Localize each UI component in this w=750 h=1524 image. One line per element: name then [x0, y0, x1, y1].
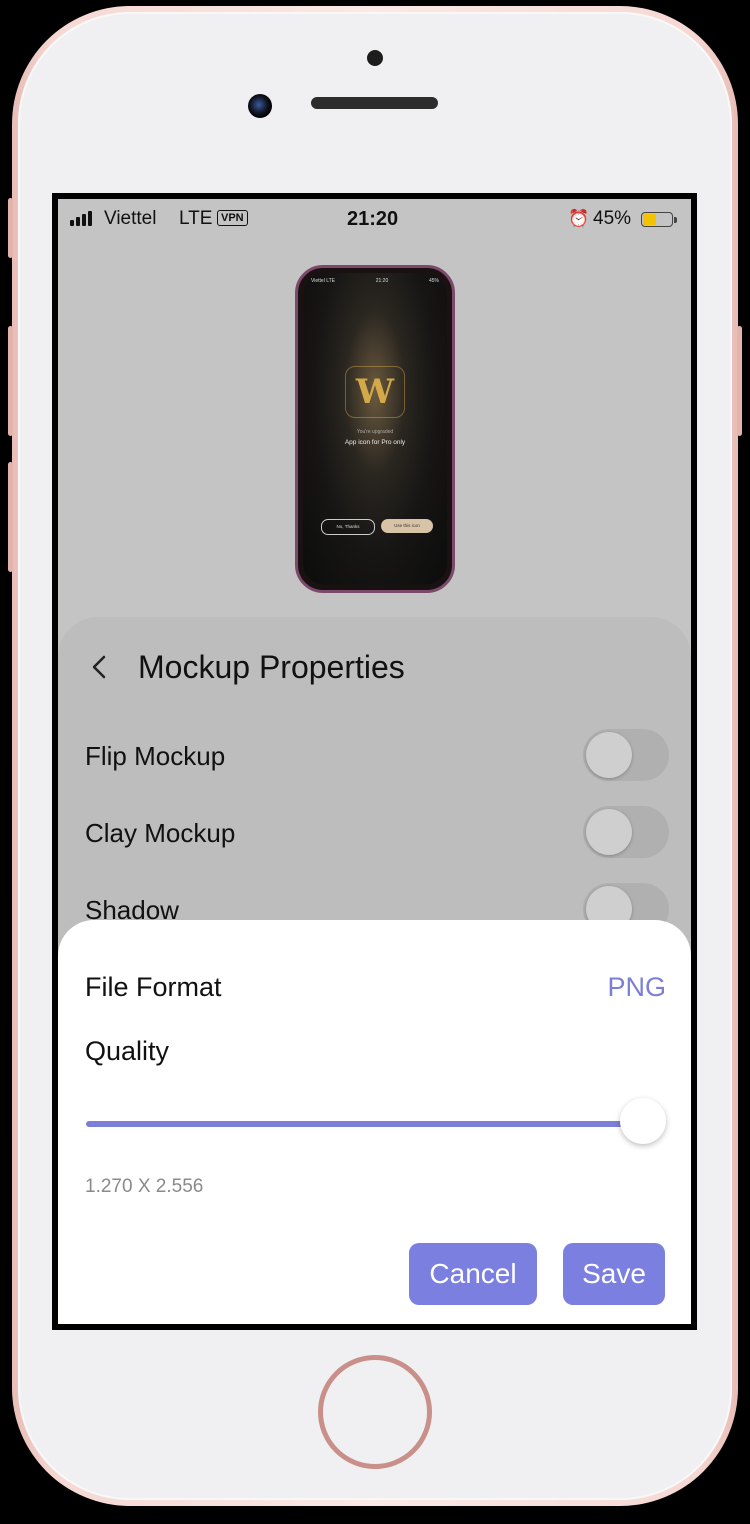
flip-mockup-toggle[interactable]	[583, 729, 669, 781]
cancel-button[interactable]: Cancel	[409, 1243, 537, 1305]
mute-switch	[8, 198, 13, 258]
mockup-status-time: 21:20	[375, 278, 389, 284]
home-button[interactable]	[318, 1355, 432, 1469]
page-title: Mockup Properties	[138, 649, 405, 685]
save-button[interactable]: Save	[563, 1243, 665, 1305]
front-camera-icon	[248, 94, 272, 118]
toggle-knob	[586, 732, 632, 778]
status-bar: Viettel LTE VPN 21:20 ⏰ 45%	[58, 199, 691, 239]
mockup-preview-screen: Viettel LTE 21:20 45% W You're upgraded …	[303, 273, 447, 585]
mockup-app-icon-text: App icon for Pro only	[344, 439, 406, 446]
mockup-no-thanks-button: No, Thanks	[321, 519, 375, 535]
vpn-badge: VPN	[217, 210, 248, 226]
network-type: LTE	[179, 208, 213, 229]
quality-slider-thumb[interactable]	[620, 1098, 666, 1144]
file-format-value[interactable]: PNG	[607, 972, 666, 1003]
phone-screen: Viettel LTE VPN 21:20 ⏰ 45% Viettel LTE …	[52, 193, 697, 1330]
flip-mockup-label: Flip Mockup	[85, 741, 226, 771]
chevron-left-icon[interactable]	[88, 655, 112, 679]
battery-percent: 45%	[593, 208, 632, 229]
earpiece-speaker	[311, 97, 438, 109]
mockup-preview[interactable]: Viettel LTE 21:20 45% W You're upgraded …	[295, 265, 455, 593]
output-dimensions: 1.270 X 2.556	[85, 1176, 204, 1197]
proximity-sensor	[367, 50, 383, 66]
volume-up-button	[8, 326, 13, 436]
quality-label: Quality	[85, 1036, 170, 1066]
mockup-status-battery: 45%	[428, 278, 439, 284]
clay-mockup-label: Clay Mockup	[85, 818, 236, 848]
quality-slider[interactable]	[86, 1121, 638, 1127]
carrier-name: Viettel	[104, 208, 157, 229]
mockup-upgrade-text: You're upgraded	[356, 429, 394, 435]
mockup-status-bar: Viettel LTE 21:20 45%	[311, 278, 439, 284]
clay-mockup-row: Clay Mockup	[85, 806, 669, 862]
power-button	[737, 326, 742, 436]
mockup-use-icon-button: Use this icon	[381, 519, 433, 533]
flip-mockup-row: Flip Mockup	[85, 729, 669, 785]
file-format-label: File Format	[85, 972, 222, 1002]
export-sheet: File Format PNG Quality 1.270 X 2.556 Ca…	[58, 920, 691, 1324]
battery-icon	[641, 212, 677, 227]
signal-strength-icon	[70, 211, 92, 226]
alarm-clock-icon: ⏰	[568, 209, 590, 228]
toggle-knob	[586, 809, 632, 855]
app-logo-icon: W	[355, 371, 395, 412]
volume-down-button	[8, 462, 13, 572]
mockup-status-carrier: Viettel LTE	[311, 278, 335, 284]
battery-fill	[643, 214, 656, 225]
clay-mockup-toggle[interactable]	[583, 806, 669, 858]
app-screen: Viettel LTE VPN 21:20 ⏰ 45% Viettel LTE …	[58, 199, 691, 1324]
status-time: 21:20	[347, 208, 399, 230]
